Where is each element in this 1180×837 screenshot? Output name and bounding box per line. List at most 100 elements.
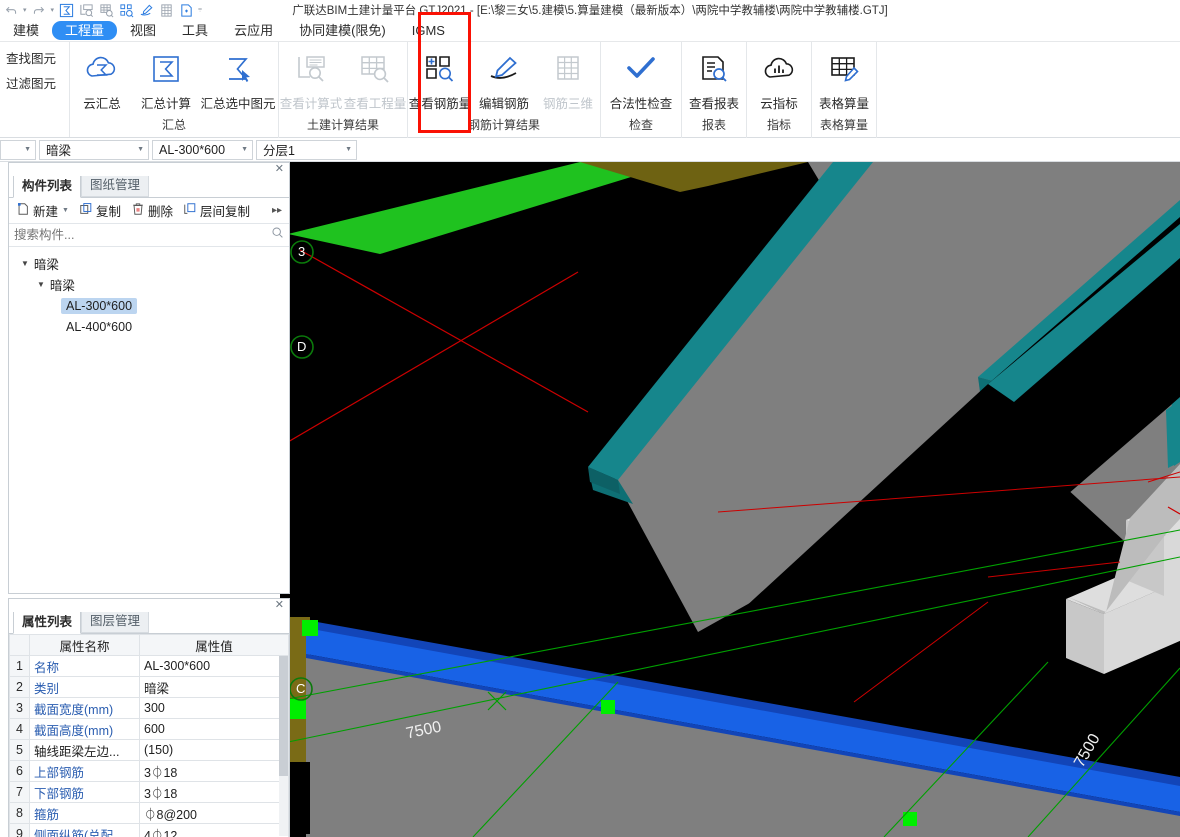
view-rebar-quantity-icon	[423, 48, 457, 90]
table-row[interactable]: 3 截面宽度(mm) 300	[9, 697, 289, 719]
tree-leaf-al-300-600[interactable]: AL-300*600	[9, 295, 289, 316]
layer-combo[interactable]: 分层1 ▼	[256, 139, 357, 160]
view-quantity-button[interactable]: 查看工程量	[343, 46, 407, 114]
tree-leaf-label: AL-400*600	[66, 319, 133, 334]
chevron-down-icon[interactable]: ▼	[62, 207, 69, 214]
property-panel-tabs: 属性列表 图层管理	[9, 610, 289, 634]
row-property-value[interactable]: 300	[139, 697, 289, 719]
find-element-action[interactable]: 查找图元	[6, 48, 65, 67]
tab-shitu[interactable]: 视图	[117, 21, 169, 40]
row-property-value[interactable]: 3⏀18	[139, 781, 289, 803]
summary-calc-label: 汇总计算	[140, 97, 191, 111]
table-row[interactable]: 1 名称 AL-300*600	[9, 655, 289, 677]
chevron-down-icon[interactable]: ▼	[21, 259, 29, 268]
row-property-name[interactable]: 侧面纵筋(总配...	[29, 823, 140, 837]
tree-leaf-al-400-600[interactable]: AL-400*600	[9, 316, 289, 337]
legality-check-button[interactable]: 合法性检查	[601, 46, 681, 114]
row-property-name[interactable]: 箍筋	[29, 802, 140, 824]
row-index: 9	[9, 823, 30, 837]
row-property-name[interactable]: 截面宽度(mm)	[29, 697, 140, 719]
view-rebar-quantity-button[interactable]: 查看钢筋量	[408, 46, 472, 114]
tree-node-root-label: 暗梁	[33, 258, 59, 272]
element-type-combo-value: 暗梁	[46, 144, 72, 158]
close-icon[interactable]: ✕	[275, 163, 284, 175]
row-index: 8	[9, 802, 30, 824]
close-icon[interactable]: ✕	[275, 599, 284, 611]
view-formula-icon	[295, 48, 327, 90]
cloud-summary-button[interactable]: 云汇总	[70, 46, 134, 114]
tab-layer-management[interactable]: 图层管理	[81, 610, 150, 633]
chevron-down-icon: ▼	[24, 146, 31, 153]
tab-gongju[interactable]: 工具	[169, 21, 221, 40]
category-combo[interactable]: ▼	[0, 139, 36, 160]
summary-calc-button[interactable]: 汇总计算	[134, 46, 198, 114]
ribbon-group-indicator-title: 指标	[766, 118, 791, 132]
ribbon-group-check-title: 检查	[628, 118, 653, 132]
cloud-indicator-button[interactable]: 云指标	[747, 46, 811, 114]
tab-xietongjianmo[interactable]: 协同建模(限免)	[286, 21, 399, 40]
ribbon-panel: 查找图元 过滤图元 云汇总 汇总计算 汇总选中图元 汇总 查看计算式 查看工程量…	[0, 42, 1180, 138]
grip-handle	[290, 699, 306, 719]
table-calc-button[interactable]: 表格算量	[812, 46, 876, 114]
sigma-cursor-icon	[221, 48, 255, 90]
summary-selected-button[interactable]: 汇总选中图元	[198, 46, 278, 114]
tab-component-list[interactable]: 构件列表	[13, 175, 82, 198]
row-property-name[interactable]: 上部钢筋	[29, 760, 140, 782]
table-row[interactable]: 5 轴线距梁左边... (150)	[9, 739, 289, 761]
element-name-combo[interactable]: AL-300*600 ▼	[152, 139, 253, 160]
component-search-bar[interactable]	[9, 224, 289, 247]
row-property-name[interactable]: 下部钢筋	[29, 781, 140, 803]
row-property-value[interactable]: 600	[139, 718, 289, 740]
rebar-3d-label: 钢筋三维	[542, 97, 593, 111]
tab-igms[interactable]: IGMS	[399, 21, 458, 40]
table-row[interactable]: 7 下部钢筋 3⏀18	[9, 781, 289, 803]
tree-node-root[interactable]: ▼ 暗梁	[9, 253, 289, 274]
table-row[interactable]: 9 侧面纵筋(总配... 4⏀12	[9, 823, 289, 837]
row-property-name[interactable]: 轴线距梁左边...	[29, 739, 140, 761]
row-property-value[interactable]: 3⏀18	[139, 760, 289, 782]
chevron-down-icon: ▼	[241, 146, 248, 153]
model-3d-viewport[interactable]: 3 D C 7500 7500	[288, 162, 1180, 837]
rebar-3d-icon	[552, 48, 584, 90]
row-property-name[interactable]: 名称	[29, 655, 140, 677]
copy-component-button[interactable]: 复制	[75, 200, 125, 221]
row-property-name[interactable]: 截面高度(mm)	[29, 718, 140, 740]
table-row[interactable]: 4 截面高度(mm) 600	[9, 718, 289, 740]
delete-component-button[interactable]: 删除	[127, 200, 177, 221]
table-row[interactable]: 2 类别 暗梁	[9, 676, 289, 698]
row-property-value[interactable]: 4⏀12	[139, 823, 289, 837]
tab-jianmo[interactable]: 建模	[0, 21, 52, 40]
property-scrollbar-thumb[interactable]	[279, 656, 288, 776]
tab-drawing-management[interactable]: 图纸管理	[81, 174, 150, 197]
chevron-down-icon[interactable]: ▼	[37, 280, 45, 289]
edit-rebar-button[interactable]: 编辑钢筋	[472, 46, 536, 114]
view-formula-button[interactable]: 查看计算式	[279, 46, 343, 114]
ribbon-group-check: 合法性检查 检查	[601, 42, 682, 138]
element-type-combo[interactable]: 暗梁 ▼	[39, 139, 149, 160]
row-property-value[interactable]: (150)	[139, 739, 289, 761]
table-row[interactable]: 6 上部钢筋 3⏀18	[9, 760, 289, 782]
tab-yunyingyong[interactable]: 云应用	[221, 21, 286, 40]
toolbar-overflow-button[interactable]: ▸▸	[268, 204, 286, 217]
rebar-3d-button[interactable]: 钢筋三维	[536, 46, 600, 114]
tree-node-child[interactable]: ▼ 暗梁	[9, 274, 289, 295]
row-property-name[interactable]: 类别	[29, 676, 140, 698]
row-property-value[interactable]: ⏀8@200	[139, 802, 289, 824]
tab-property-list[interactable]: 属性列表	[13, 611, 82, 634]
search-icon[interactable]	[271, 226, 284, 244]
report-search-icon	[698, 48, 730, 90]
table-row[interactable]: 8 箍筋 ⏀8@200	[9, 802, 289, 824]
element-name-combo-value: AL-300*600	[159, 142, 226, 157]
property-scrollbar[interactable]	[279, 656, 288, 836]
new-component-button[interactable]: 新建 ▼	[12, 200, 73, 221]
row-property-value[interactable]: AL-300*600	[139, 655, 289, 677]
row-index: 2	[9, 676, 30, 698]
property-grid: 属性名称 属性值 1 名称 AL-300*600 2 类别 暗梁 3 截面宽度(…	[9, 634, 289, 837]
row-property-value[interactable]: 暗梁	[139, 676, 289, 698]
tab-gongchengliang[interactable]: 工程量	[52, 21, 118, 40]
ribbon-group-table-calc-title: 表格算量	[819, 118, 868, 132]
filter-element-action[interactable]: 过滤图元	[6, 73, 65, 92]
view-report-button[interactable]: 查看报表	[682, 46, 746, 114]
layer-copy-button[interactable]: 层间复制	[179, 200, 254, 221]
search-input[interactable]	[14, 228, 271, 242]
